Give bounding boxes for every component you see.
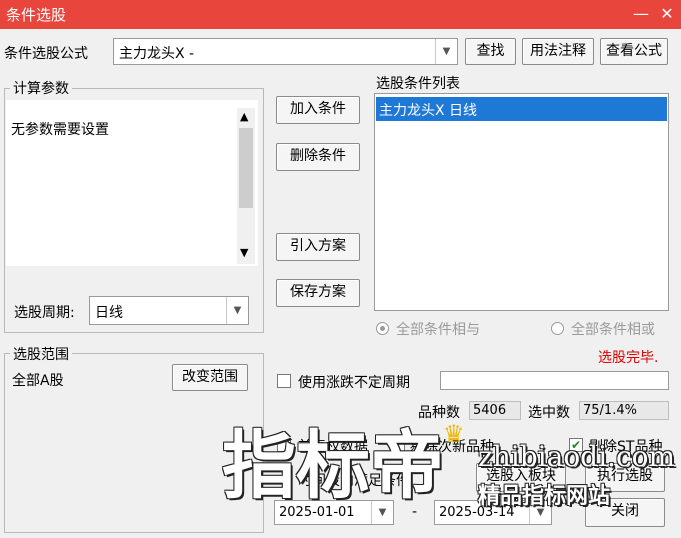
watermark-url: zhibiaodi.com: [478, 440, 676, 473]
scroll-up-icon[interactable]: ▲: [240, 110, 248, 123]
varperiod-checkbox[interactable]: [277, 374, 291, 388]
formula-value: 主力龙头X -: [119, 46, 195, 62]
window-title: 条件选股: [6, 6, 67, 24]
chevron-down-icon[interactable]: ▼: [435, 39, 457, 64]
save-plan-button[interactable]: 保存方案: [276, 279, 360, 307]
conditions-list[interactable]: 主力龙头X 日线: [374, 93, 669, 311]
find-button[interactable]: 查找: [465, 38, 516, 65]
radio-or[interactable]: [551, 322, 564, 335]
period-label: 选股周期:: [14, 305, 75, 321]
params-panel: 无参数需要设置: [6, 100, 258, 266]
chevron-down-icon[interactable]: ▼: [226, 297, 248, 324]
add-condition-button[interactable]: 加入条件: [276, 96, 360, 124]
scroll-thumb[interactable]: [239, 128, 253, 208]
view-formula-button[interactable]: 查看公式: [600, 38, 668, 65]
selected-label: 选中数: [528, 405, 570, 421]
change-range-button[interactable]: 改变范围: [172, 364, 248, 391]
formula-combobox[interactable]: 主力龙头X - ▼: [113, 38, 458, 65]
delete-condition-button[interactable]: 删除条件: [276, 143, 360, 171]
range-legend: 选股范围: [10, 344, 72, 364]
import-plan-button[interactable]: 引入方案: [276, 233, 360, 261]
params-text: 无参数需要设置: [11, 122, 109, 138]
varperiod-input[interactable]: [440, 371, 669, 390]
radio-and[interactable]: [376, 322, 389, 335]
list-item[interactable]: 主力龙头X 日线: [376, 97, 667, 121]
title-bar: 条件选股 — ✕: [0, 0, 681, 29]
conditions-legend: 选股条件列表: [376, 76, 460, 92]
crown-icon: ♛: [443, 420, 465, 448]
watermark-slogan: 精品指标网站: [478, 484, 611, 509]
usage-button[interactable]: 用法注释: [522, 38, 594, 65]
range-value: 全部A股: [12, 373, 64, 389]
varperiod-label: 使用涨跌不定周期: [298, 375, 410, 391]
radio-or-label: 全部条件相或: [571, 322, 655, 338]
radio-and-label: 全部条件相与: [396, 322, 480, 338]
close-icon[interactable]: ✕: [656, 3, 678, 25]
count-value: 5406: [469, 401, 521, 420]
period-value: 日线: [95, 305, 123, 321]
watermark-logo-text: 指标帝: [222, 423, 444, 509]
count-label: 品种数: [418, 405, 460, 421]
period-combobox[interactable]: 日线 ▼: [89, 296, 249, 325]
formula-label: 条件选股公式: [4, 46, 88, 62]
params-legend: 计算参数: [10, 78, 72, 98]
params-scrollbar[interactable]: ▲ ▼: [237, 108, 255, 264]
scroll-down-icon[interactable]: ▼: [240, 246, 248, 259]
list-item-label: 主力龙头X 日线: [379, 103, 478, 119]
status-text: 选股完毕.: [598, 350, 659, 366]
minimize-icon[interactable]: —: [630, 3, 652, 25]
selected-value: 75/1.4%: [579, 401, 669, 420]
